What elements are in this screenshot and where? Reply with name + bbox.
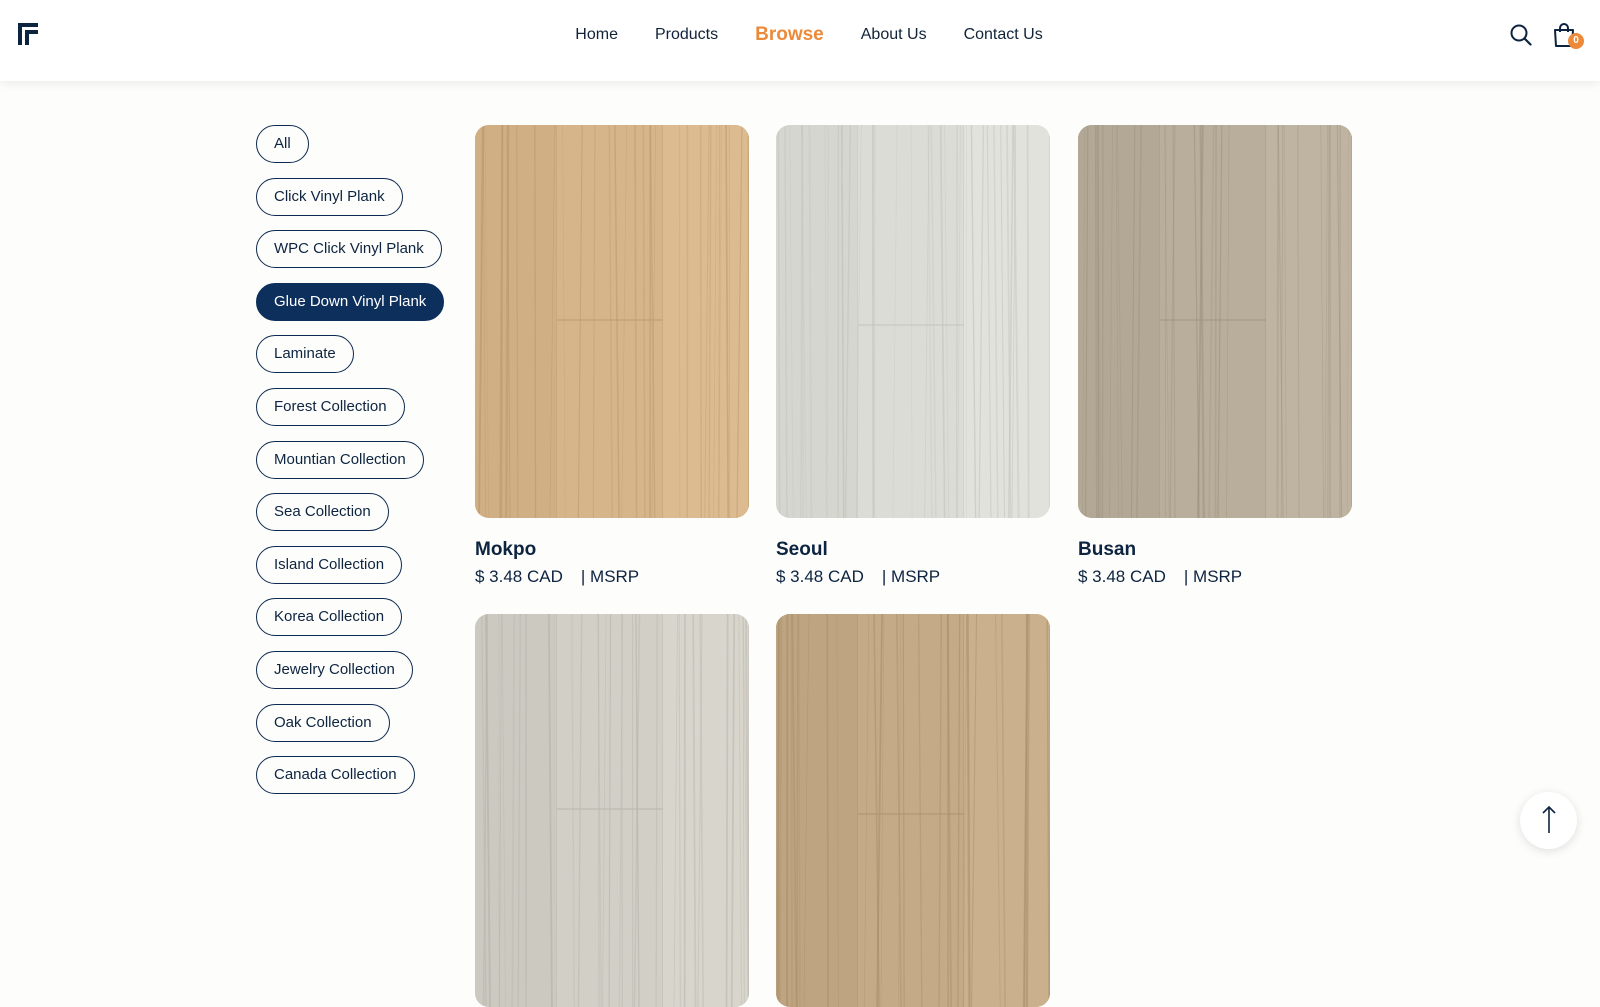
scroll-to-top-button[interactable] xyxy=(1520,792,1577,849)
product-name[interactable]: Seoul xyxy=(776,539,1050,561)
product-card[interactable]: Mokpo $ 3.48 CAD | MSRP xyxy=(475,125,749,587)
search-icon[interactable] xyxy=(1510,24,1532,46)
filter-wpc-click-vinyl-plank[interactable]: WPC Click Vinyl Plank xyxy=(256,230,442,268)
product-image[interactable] xyxy=(475,614,749,1007)
product-card[interactable]: Busan $ 3.48 CAD | MSRP xyxy=(1078,125,1352,587)
filter-korea-collection[interactable]: Korea Collection xyxy=(256,598,402,636)
nav-about-us[interactable]: About Us xyxy=(861,26,927,44)
filter-glue-down-vinyl-plank[interactable]: Glue Down Vinyl Plank xyxy=(256,283,444,321)
filter-island-collection[interactable]: Island Collection xyxy=(256,546,402,584)
site-header: Home Products Browse About Us Contact Us… xyxy=(0,0,1600,81)
nav-home[interactable]: Home xyxy=(575,26,618,44)
product-price: $ 3.48 CAD | MSRP xyxy=(776,567,1050,587)
product-name[interactable]: Busan xyxy=(1078,539,1352,561)
product-name[interactable]: Mokpo xyxy=(475,539,749,561)
price-suffix: | MSRP xyxy=(581,567,639,586)
price-suffix: | MSRP xyxy=(1184,567,1242,586)
product-price: $ 3.48 CAD | MSRP xyxy=(1078,567,1352,587)
product-card[interactable]: Seoul $ 3.48 CAD | MSRP xyxy=(776,125,1050,587)
arrow-up-icon xyxy=(1538,804,1560,836)
filter-all[interactable]: All xyxy=(256,125,309,163)
filter-forest-collection[interactable]: Forest Collection xyxy=(256,388,405,426)
category-filter-list: All Click Vinyl Plank WPC Click Vinyl Pl… xyxy=(256,125,476,809)
product-price: $ 3.48 CAD | MSRP xyxy=(475,567,749,587)
nav-contact-us[interactable]: Contact Us xyxy=(964,26,1043,44)
filter-laminate[interactable]: Laminate xyxy=(256,335,354,373)
filter-jewelry-collection[interactable]: Jewelry Collection xyxy=(256,651,413,689)
price-value: $ 3.48 CAD xyxy=(776,567,864,586)
product-image[interactable] xyxy=(1078,125,1352,518)
main-nav: Home Products Browse About Us Contact Us xyxy=(0,0,1600,70)
nav-browse[interactable]: Browse xyxy=(755,24,824,46)
product-card[interactable] xyxy=(776,614,1050,1007)
product-image[interactable] xyxy=(475,125,749,518)
price-value: $ 3.48 CAD xyxy=(475,567,563,586)
price-value: $ 3.48 CAD xyxy=(1078,567,1166,586)
product-card[interactable] xyxy=(475,614,749,1007)
price-suffix: | MSRP xyxy=(882,567,940,586)
product-image[interactable] xyxy=(776,614,1050,1007)
filter-sea-collection[interactable]: Sea Collection xyxy=(256,493,389,531)
nav-products[interactable]: Products xyxy=(655,26,718,44)
filter-canada-collection[interactable]: Canada Collection xyxy=(256,756,415,794)
product-image[interactable] xyxy=(776,125,1050,518)
cart-count-badge: 0 xyxy=(1568,33,1584,49)
filter-oak-collection[interactable]: Oak Collection xyxy=(256,704,390,742)
filter-mountian-collection[interactable]: Mountian Collection xyxy=(256,441,424,479)
filter-click-vinyl-plank[interactable]: Click Vinyl Plank xyxy=(256,178,403,216)
